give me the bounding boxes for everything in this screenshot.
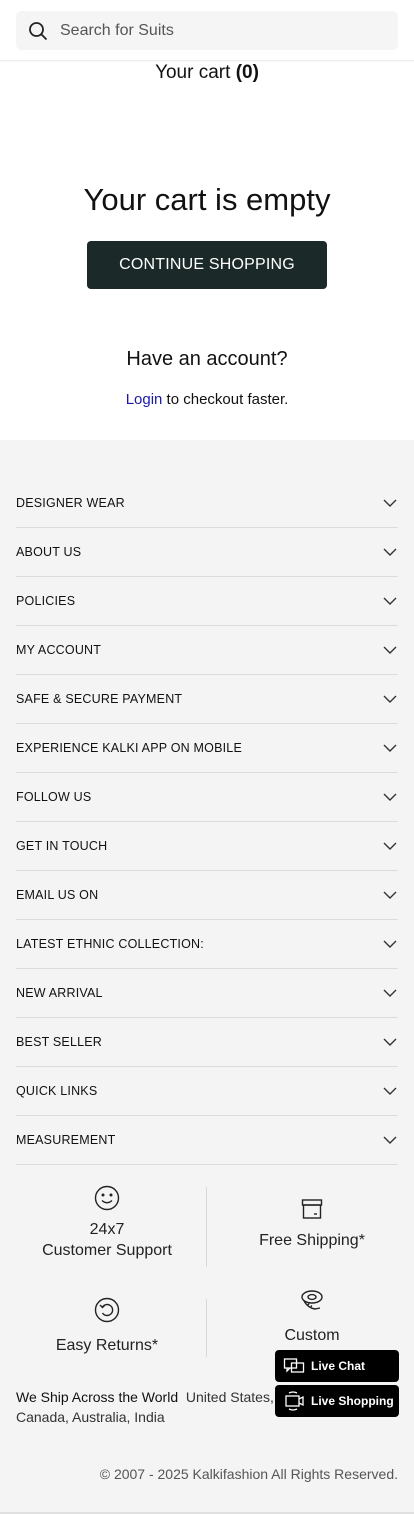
footer-accordion-item[interactable]: MEASUREMENT: [16, 1116, 398, 1165]
footer-accordion-item[interactable]: SAFE & SECURE PAYMENT: [16, 675, 398, 724]
footer-accordion-label: MEASUREMENT: [16, 1133, 116, 1147]
footer-accordion-label: FOLLOW US: [16, 790, 92, 804]
measuring-tape-icon: [301, 1290, 323, 1310]
support-line2: Customer Support: [42, 1242, 172, 1259]
custom-label: Custom: [284, 1327, 340, 1344]
chevron-down-icon: [383, 1038, 397, 1046]
chevron-down-icon: [383, 744, 397, 752]
footer-accordion-item[interactable]: GET IN TOUCH: [16, 822, 398, 871]
live-shopping-button[interactable]: Live Shopping: [275, 1385, 399, 1417]
footer-accordion-label: QUICK LINKS: [16, 1084, 98, 1098]
footer-accordion-label: MY ACCOUNT: [16, 643, 102, 657]
smiley-icon: [94, 1185, 120, 1211]
footer-accordion-item[interactable]: EMAIL US ON: [16, 871, 398, 920]
chevron-down-icon: [383, 499, 397, 507]
account-heading: Have an account?: [126, 348, 288, 370]
footer-accordion: DESIGNER WEAR ABOUT US POLICIES MY ACCOUNT S…: [16, 479, 398, 1165]
feature-divider-2: [206, 1299, 207, 1357]
footer-accordion-label: SAFE & SECURE PAYMENT: [16, 692, 183, 706]
footer-accordion-item[interactable]: FOLLOW US: [16, 773, 398, 822]
footer-accordion-item[interactable]: ABOUT US: [16, 528, 398, 577]
video-call-icon: [285, 1391, 304, 1411]
feature-divider: [206, 1187, 207, 1267]
chevron-down-icon: [383, 940, 397, 948]
box-icon: [301, 1199, 323, 1219]
account-login-line: Login to checkout faster.: [0, 391, 414, 408]
footer-accordion-label: EXPERIENCE KALKI APP ON MOBILE: [16, 741, 242, 755]
chevron-down-icon: [383, 842, 397, 850]
footer-accordion-item[interactable]: NEW ARRIVAL: [16, 969, 398, 1018]
footer-accordion-label: EMAIL US ON: [16, 888, 99, 902]
chat-icon: [283, 1358, 305, 1373]
footer-accordion-label: LATEST ETHNIC COLLECTION:: [16, 937, 204, 951]
live-chat-label: Live Chat: [311, 1359, 366, 1373]
login-link[interactable]: Login: [126, 391, 163, 408]
chevron-down-icon: [383, 1136, 397, 1144]
continue-shopping-button[interactable]: CONTINUE SHOPPING: [87, 241, 327, 289]
support-line1: 24x7: [89, 1221, 125, 1238]
cart-heading: Your cart (0): [0, 62, 414, 84]
chevron-down-icon: [383, 695, 397, 703]
footer-accordion-item[interactable]: LATEST ETHNIC COLLECTION:: [16, 920, 398, 969]
feature-free-shipping: Free Shipping*: [214, 1197, 410, 1250]
cart-count: (0): [235, 62, 259, 83]
footer-accordion-item[interactable]: QUICK LINKS: [16, 1067, 398, 1116]
returns-label: Easy Returns*: [55, 1337, 159, 1354]
chevron-down-icon: [383, 646, 397, 654]
chevron-down-icon: [383, 597, 397, 605]
chevron-down-icon: [383, 1087, 397, 1095]
live-chat-button[interactable]: Live Chat: [275, 1350, 399, 1382]
feature-custom-fit: Custom: [214, 1287, 410, 1345]
search-bar[interactable]: [16, 11, 398, 50]
footer-accordion-label: NEW ARRIVAL: [16, 986, 103, 1000]
copyright: © 2007 - 2025 Kalkifashion All Rights Re…: [99, 1466, 398, 1482]
ship-worldwide: We Ship Across the World United States, …: [16, 1387, 316, 1427]
chevron-down-icon: [383, 548, 397, 556]
chevron-down-icon: [383, 989, 397, 997]
footer-accordion-label: DESIGNER WEAR: [16, 496, 125, 510]
search-icon: [29, 21, 48, 40]
footer-accordion-label: ABOUT US: [16, 545, 82, 559]
live-shopping-label: Live Shopping: [311, 1394, 394, 1408]
footer-accordion-item[interactable]: POLICIES: [16, 577, 398, 626]
footer-accordion-item[interactable]: EXPERIENCE KALKI APP ON MOBILE: [16, 724, 398, 773]
chevron-down-icon: [383, 793, 397, 801]
search-input[interactable]: [60, 21, 360, 40]
footer-accordion-label: POLICIES: [16, 594, 76, 608]
footer-accordion-item[interactable]: BEST SELLER: [16, 1018, 398, 1067]
shipping-label: Free Shipping*: [259, 1232, 365, 1249]
feature-easy-returns: Easy Returns*: [16, 1297, 198, 1355]
footer-accordion-item[interactable]: MY ACCOUNT: [16, 626, 398, 675]
feature-customer-support: 24x7 Customer Support: [16, 1185, 198, 1261]
cart-heading-label: Your cart: [155, 62, 231, 83]
chevron-down-icon: [383, 891, 397, 899]
ship-title: We Ship Across the World: [16, 1389, 179, 1405]
footer-accordion-item[interactable]: DESIGNER WEAR: [16, 479, 398, 528]
footer-accordion-label: BEST SELLER: [16, 1035, 103, 1049]
empty-cart-title: Your cart is empty: [83, 182, 331, 217]
return-icon: [94, 1297, 120, 1323]
login-suffix-text: to checkout faster.: [162, 391, 289, 408]
footer-accordion-label: GET IN TOUCH: [16, 839, 108, 853]
